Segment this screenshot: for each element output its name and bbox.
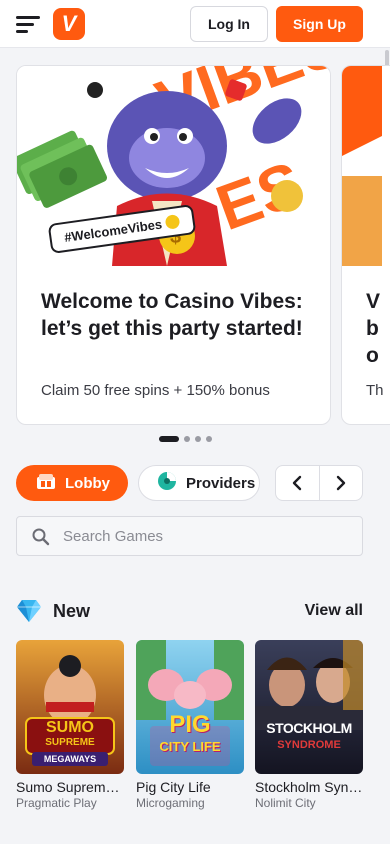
- casino-vibes-logo[interactable]: V: [53, 8, 85, 40]
- game-logo-text: STOCKHOLM SYNDROME: [266, 720, 352, 751]
- carousel-dot[interactable]: [206, 436, 212, 442]
- new-games-header: New View all: [16, 598, 363, 626]
- chevron-right-icon: [336, 475, 346, 491]
- game-name: Sumo Supreme Megaways: [16, 779, 124, 795]
- promo-banner-image: VIBES ES $ #WelcomeVibes: [17, 66, 330, 266]
- game-provider: Microgaming: [136, 796, 205, 810]
- game-logo-text: PIG CITY LIFE: [159, 711, 221, 755]
- smile-emoji-icon: [164, 213, 181, 230]
- game-thumbnail[interactable]: STOCKHOLM SYNDROME: [255, 640, 363, 774]
- search-input[interactable]: [63, 517, 353, 555]
- diamond-icon: [17, 600, 41, 622]
- carousel-dot[interactable]: [195, 436, 201, 442]
- search-bar[interactable]: [16, 516, 363, 556]
- tab-providers-label: Providers: [186, 474, 256, 492]
- game-provider: Pragmatic Play: [16, 796, 97, 810]
- game-name: Pig City Life: [136, 779, 211, 795]
- search-icon: [32, 528, 50, 546]
- signup-button[interactable]: Sign Up: [276, 6, 363, 42]
- badge-text: #WelcomeVibes: [63, 215, 163, 245]
- lobby-icon: [36, 471, 56, 495]
- promo-title: V b o: [366, 290, 381, 367]
- promo-subtitle: Claim 50 free spins + 150% bonus: [41, 382, 270, 399]
- game-provider: Nolimit City: [255, 796, 316, 810]
- scroll-left-button[interactable]: [276, 466, 319, 500]
- game-thumbnail[interactable]: PIG CITY LIFE: [136, 640, 244, 774]
- carousel-dot[interactable]: [159, 436, 179, 442]
- carousel-pagination: [159, 436, 212, 442]
- logo-letter: V: [61, 11, 77, 36]
- game-tile[interactable]: SUMO SUPREME MEGAWAYS Sumo Supreme Megaw…: [16, 640, 124, 810]
- game-logo-text: SUMO SUPREME MEGAWAYS: [43, 719, 97, 765]
- promo-title: Welcome to Casino Vibes: let’s get this …: [41, 290, 303, 340]
- view-all-link[interactable]: View all: [305, 602, 363, 620]
- game-name: Stockholm Syndrome: [255, 779, 363, 795]
- game-thumbnail[interactable]: SUMO SUPREME MEGAWAYS: [16, 640, 124, 774]
- promo-banner-image: [342, 66, 390, 266]
- hamburger-icon[interactable]: [16, 16, 40, 34]
- game-tile[interactable]: PIG CITY LIFE Pig City Life Microgaming: [136, 640, 244, 810]
- scroll-right-button[interactable]: [318, 466, 362, 500]
- chevron-left-icon: [293, 475, 302, 491]
- category-scroll-controls: [275, 465, 363, 501]
- tab-lobby-label: Lobby: [65, 474, 110, 492]
- carousel-dot[interactable]: [184, 436, 190, 442]
- section-title: New: [53, 601, 91, 621]
- tab-lobby[interactable]: Lobby: [16, 465, 128, 501]
- login-button[interactable]: Log In: [190, 6, 268, 42]
- game-tile[interactable]: STOCKHOLM SYNDROME Stockholm Syndrome No…: [255, 640, 363, 810]
- top-header: V Log In Sign Up: [0, 0, 390, 48]
- tab-providers[interactable]: Providers: [138, 465, 260, 501]
- providers-icon: [157, 471, 177, 495]
- promo-card[interactable]: V b o Th: [341, 65, 390, 425]
- promo-subtitle: Th: [366, 382, 384, 399]
- promo-card[interactable]: VIBES ES $ #WelcomeVibes Welcome to Casi…: [16, 65, 331, 425]
- promo-carousel[interactable]: VIBES ES $ #WelcomeVibes Welcome to Casi…: [16, 65, 390, 427]
